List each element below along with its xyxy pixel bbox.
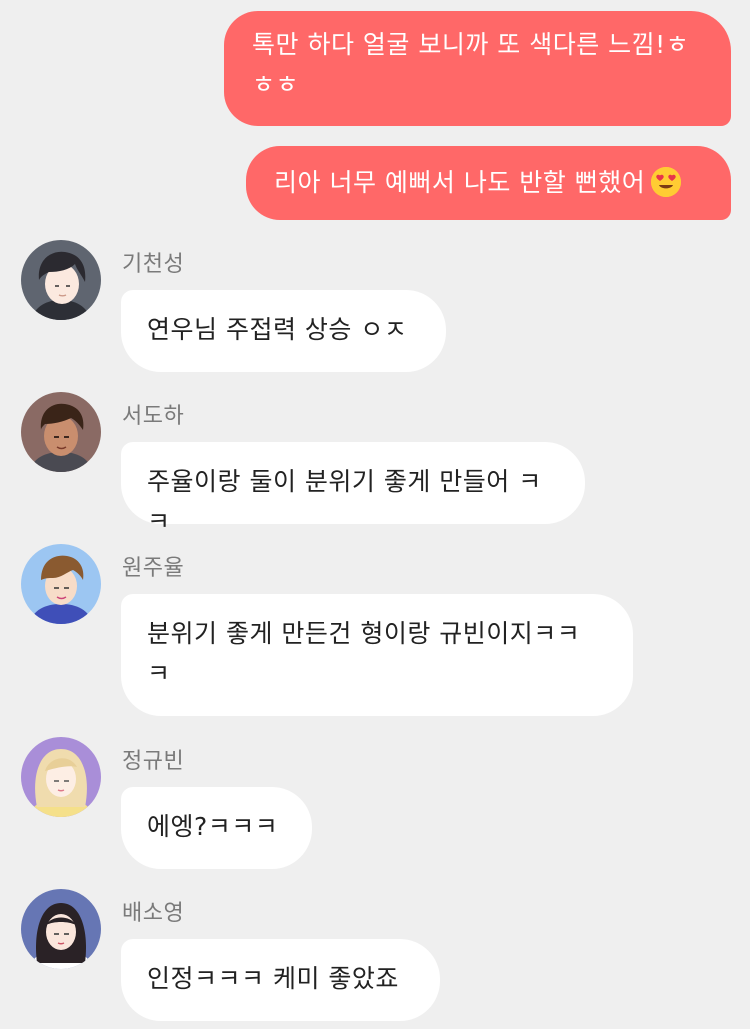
sender-name: 원주율 — [122, 556, 185, 581]
avatar-baesoyoung-icon — [21, 889, 101, 969]
sender-name: 서도하 — [122, 404, 185, 429]
incoming-message-bubble[interactable]: 연우님 주접력 상승 ㅇㅈ — [121, 290, 446, 372]
sender-name: 정규빈 — [122, 749, 185, 774]
avatar[interactable] — [21, 737, 101, 817]
avatar[interactable] — [21, 240, 101, 320]
outgoing-message-text: 리아 너무 예뻐서 나도 반할 뻔했어 — [274, 168, 646, 197]
incoming-message-text: 분위기 좋게 만든건 형이랑 규빈이지ㅋㅋㅋ — [147, 619, 581, 688]
sender-name: 배소영 — [122, 901, 185, 926]
incoming-message-bubble[interactable]: 주율이랑 둘이 분위기 좋게 만들어 ㅋㅋ — [121, 442, 585, 536]
avatar-wonjuyul-icon — [21, 544, 101, 624]
incoming-message-bubble[interactable]: 분위기 좋게 만든건 형이랑 규빈이지ㅋㅋㅋ — [121, 594, 633, 716]
incoming-message-bubble[interactable]: 에엥?ㅋㅋㅋ — [121, 787, 312, 869]
incoming-message-text: 주율이랑 둘이 분위기 좋게 만들어 ㅋㅋ — [147, 467, 542, 536]
avatar-seodoha-icon — [21, 392, 101, 472]
outgoing-message-bubble[interactable]: 리아 너무 예뻐서 나도 반할 뻔했어 — [246, 146, 731, 220]
incoming-message-bubble[interactable]: 인정ㅋㅋㅋ 케미 좋았죠 — [121, 939, 440, 1021]
avatar[interactable] — [21, 544, 101, 624]
outgoing-message-bubble[interactable]: 톡만 하다 얼굴 보니까 또 색다른 느낌!ㅎㅎㅎ — [224, 11, 731, 126]
avatar[interactable] — [21, 392, 101, 472]
heart-eyes-emoji-icon — [651, 167, 682, 197]
incoming-message-text: 에엥?ㅋㅋㅋ — [147, 812, 279, 841]
avatar-gicheonseong-icon — [21, 240, 101, 320]
outgoing-message-text: 톡만 하다 얼굴 보니까 또 색다른 느낌!ㅎㅎㅎ — [252, 30, 690, 99]
incoming-message-text: 연우님 주접력 상승 ㅇㅈ — [147, 315, 408, 344]
avatar[interactable] — [21, 889, 101, 969]
sender-name: 기천성 — [122, 252, 185, 277]
avatar-jeonggyubin-icon — [21, 737, 101, 817]
chat-thread: 톡만 하다 얼굴 보니까 또 색다른 느낌!ㅎㅎㅎ 리아 너무 예뻐서 나도 반… — [0, 0, 750, 1029]
incoming-message-text: 인정ㅋㅋㅋ 케미 좋았죠 — [147, 964, 399, 993]
